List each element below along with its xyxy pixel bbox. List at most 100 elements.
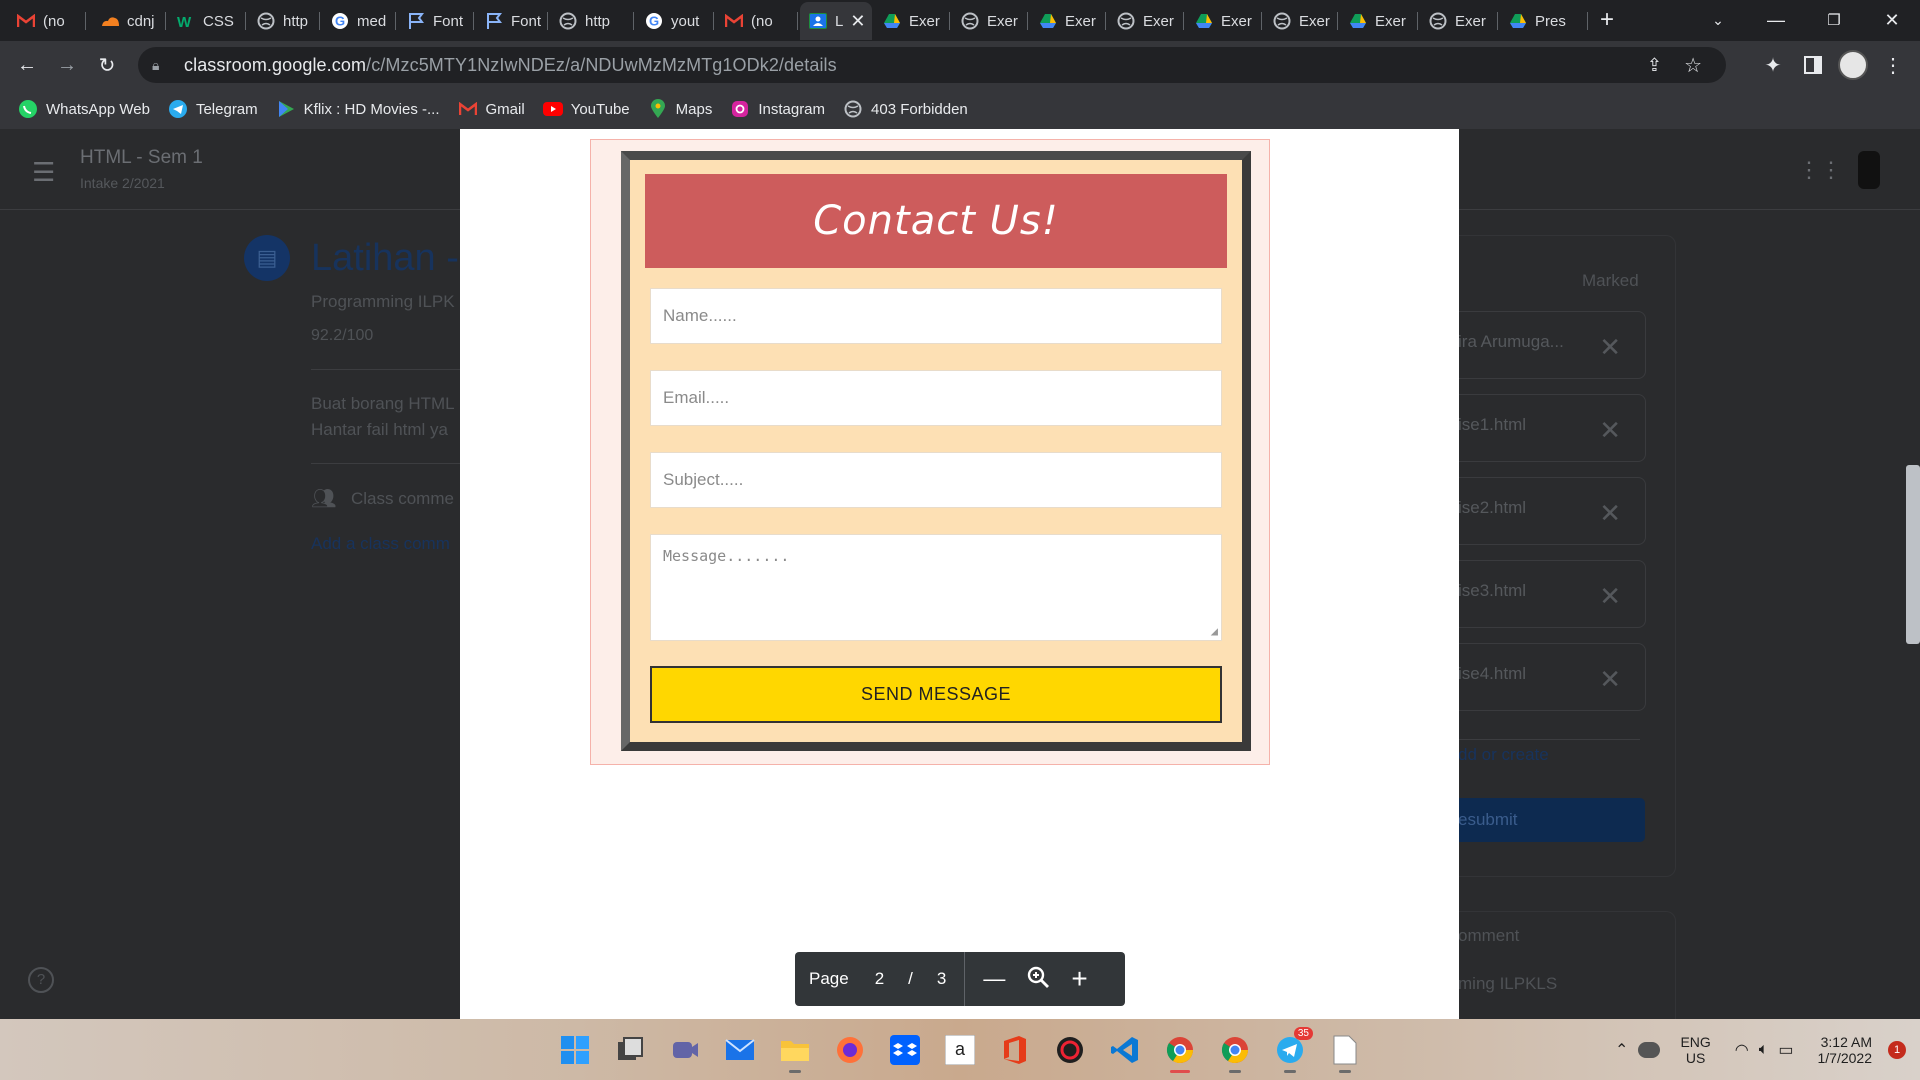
bookmark-item[interactable]: Instagram: [730, 99, 825, 119]
browser-tab[interactable]: Exer: [1030, 2, 1106, 40]
battery-icon[interactable]: ▭: [1778, 1040, 1793, 1060]
close-window-icon[interactable]: ✕: [1864, 0, 1920, 40]
restore-icon[interactable]: ❐: [1806, 0, 1862, 40]
message-textarea[interactable]: Message....... ◢: [650, 534, 1222, 641]
tab-separator: [245, 12, 246, 30]
telegram-icon[interactable]: 35: [1273, 1027, 1313, 1073]
browser-tab[interactable]: W CSS: [168, 2, 246, 40]
menu-kebab-icon[interactable]: ⋮: [1876, 49, 1910, 81]
bookmark-item[interactable]: WhatsApp Web: [18, 99, 150, 119]
file-explorer-icon[interactable]: [778, 1033, 812, 1073]
bookmark-item[interactable]: Kflix : HD Movies -...: [276, 99, 440, 119]
teams-chat-icon[interactable]: [668, 1033, 702, 1067]
email-field[interactable]: Email.....: [650, 370, 1222, 426]
browser-tab[interactable]: (no: [8, 2, 86, 40]
zoom-icon[interactable]: [1027, 966, 1050, 993]
work-item[interactable]: ise4.html ✕: [1440, 643, 1646, 711]
browser-tab[interactable]: Gyout: [636, 2, 714, 40]
extensions-icon[interactable]: ✦: [1756, 49, 1790, 81]
browser-tab[interactable]: L ✕: [800, 2, 872, 40]
help-icon[interactable]: ?: [28, 967, 54, 993]
bookmark-item[interactable]: Gmail: [458, 99, 525, 119]
browser-tab[interactable]: Font: [476, 2, 548, 40]
current-page-number[interactable]: 2: [875, 969, 884, 989]
zoom-in-icon[interactable]: +: [1071, 963, 1087, 995]
back-icon[interactable]: ←: [10, 49, 44, 81]
browser-tab[interactable]: cdnj: [92, 2, 166, 40]
work-item[interactable]: ise3.html ✕: [1440, 560, 1646, 628]
browser-tab[interactable]: Exer: [952, 2, 1028, 40]
address-bar[interactable]: 🔒︎ classroom.google.com/c/Mzc5MTY1NzIwND…: [138, 47, 1726, 83]
resize-handle-icon[interactable]: ◢: [1211, 624, 1218, 638]
share-icon[interactable]: ⇪: [1647, 55, 1662, 76]
browser-tab[interactable]: http: [248, 2, 320, 40]
send-message-button[interactable]: SEND MESSAGE: [650, 666, 1222, 723]
app-red-icon[interactable]: [1053, 1033, 1087, 1067]
onedrive-icon[interactable]: [1638, 1041, 1661, 1058]
chrome-profile-icon[interactable]: [1218, 1033, 1252, 1073]
tab-title: Font: [511, 12, 542, 30]
browser-tab[interactable]: Gmed: [322, 2, 396, 40]
class-name[interactable]: HTML - Sem 1: [80, 147, 203, 169]
browser-tab[interactable]: Exer: [1264, 2, 1338, 40]
language-indicator[interactable]: ENG US: [1680, 1034, 1710, 1066]
minimize-icon[interactable]: —: [1748, 0, 1804, 40]
browser-tab[interactable]: Pres: [1500, 2, 1588, 40]
clock[interactable]: 3:12 AM 1/7/2022: [1818, 1034, 1873, 1066]
chrome-icon[interactable]: [1163, 1033, 1197, 1073]
work-item[interactable]: ira Arumuga... ✕: [1440, 311, 1646, 379]
bookmark-item[interactable]: YouTube: [542, 99, 630, 119]
browser-tab[interactable]: (no: [716, 2, 798, 40]
chevron-up-icon[interactable]: ⌃: [1615, 1040, 1628, 1060]
volume-icon[interactable]: 🔈︎: [1759, 1041, 1769, 1059]
resubmit-button[interactable]: esubmit: [1440, 798, 1645, 842]
tab-separator: [1497, 12, 1498, 30]
remove-icon[interactable]: ✕: [1599, 332, 1621, 363]
firefox-icon[interactable]: [833, 1033, 867, 1067]
browser-tab[interactable]: Exer: [1420, 2, 1498, 40]
browser-tab[interactable]: Exer: [1186, 2, 1262, 40]
bookmark-item[interactable]: Maps: [648, 99, 712, 119]
notepad-icon[interactable]: [1328, 1033, 1362, 1073]
remove-icon[interactable]: ✕: [1599, 664, 1621, 695]
tab-search-icon[interactable]: ⌄: [1690, 0, 1746, 40]
dropbox-icon[interactable]: [888, 1033, 922, 1067]
account-avatar[interactable]: [1858, 151, 1880, 189]
browser-tab[interactable]: http: [550, 2, 634, 40]
tab-separator: [319, 12, 320, 30]
browser-tab[interactable]: Exer: [874, 2, 950, 40]
apps-grid-icon[interactable]: ⋮⋮: [1798, 157, 1842, 183]
close-tab-icon[interactable]: ✕: [850, 11, 865, 32]
wifi-icon[interactable]: ◠: [1735, 1040, 1749, 1060]
remove-icon[interactable]: ✕: [1599, 415, 1621, 446]
subject-field[interactable]: Subject.....: [650, 452, 1222, 508]
profile-avatar[interactable]: [1836, 49, 1870, 81]
name-field[interactable]: Name......: [650, 288, 1222, 344]
side-panel-icon[interactable]: [1796, 49, 1830, 81]
notification-badge[interactable]: 1: [1888, 1040, 1906, 1059]
bookmark-item[interactable]: 403 Forbidden: [843, 99, 968, 119]
zoom-out-icon[interactable]: —: [983, 966, 1005, 992]
page-scrollbar-thumb[interactable]: [1906, 465, 1920, 644]
add-class-comment-link[interactable]: Add a class comm: [311, 534, 450, 554]
hamburger-menu-icon[interactable]: ☰: [32, 157, 55, 188]
remove-icon[interactable]: ✕: [1599, 581, 1621, 612]
browser-tab[interactable]: Font: [398, 2, 474, 40]
new-tab-button[interactable]: +: [1600, 6, 1614, 34]
work-item[interactable]: ise1.html ✕: [1440, 394, 1646, 462]
vscode-icon[interactable]: [1108, 1033, 1142, 1067]
browser-tab[interactable]: Exer: [1108, 2, 1184, 40]
work-item[interactable]: ise2.html ✕: [1440, 477, 1646, 545]
task-view-icon[interactable]: [613, 1033, 647, 1067]
browser-tab[interactable]: Exer: [1340, 2, 1418, 40]
reload-icon[interactable]: ↻: [90, 49, 124, 81]
bookmark-star-icon[interactable]: ☆: [1684, 53, 1702, 78]
amazon-icon[interactable]: a: [943, 1033, 977, 1067]
add-or-create-button[interactable]: dd or create: [1458, 745, 1549, 765]
bookmark-item[interactable]: Telegram: [168, 99, 258, 119]
forward-icon[interactable]: →: [50, 49, 84, 81]
remove-icon[interactable]: ✕: [1599, 498, 1621, 529]
start-button-icon[interactable]: [558, 1033, 592, 1067]
mail-icon[interactable]: [723, 1033, 757, 1067]
office-icon[interactable]: [998, 1033, 1032, 1067]
